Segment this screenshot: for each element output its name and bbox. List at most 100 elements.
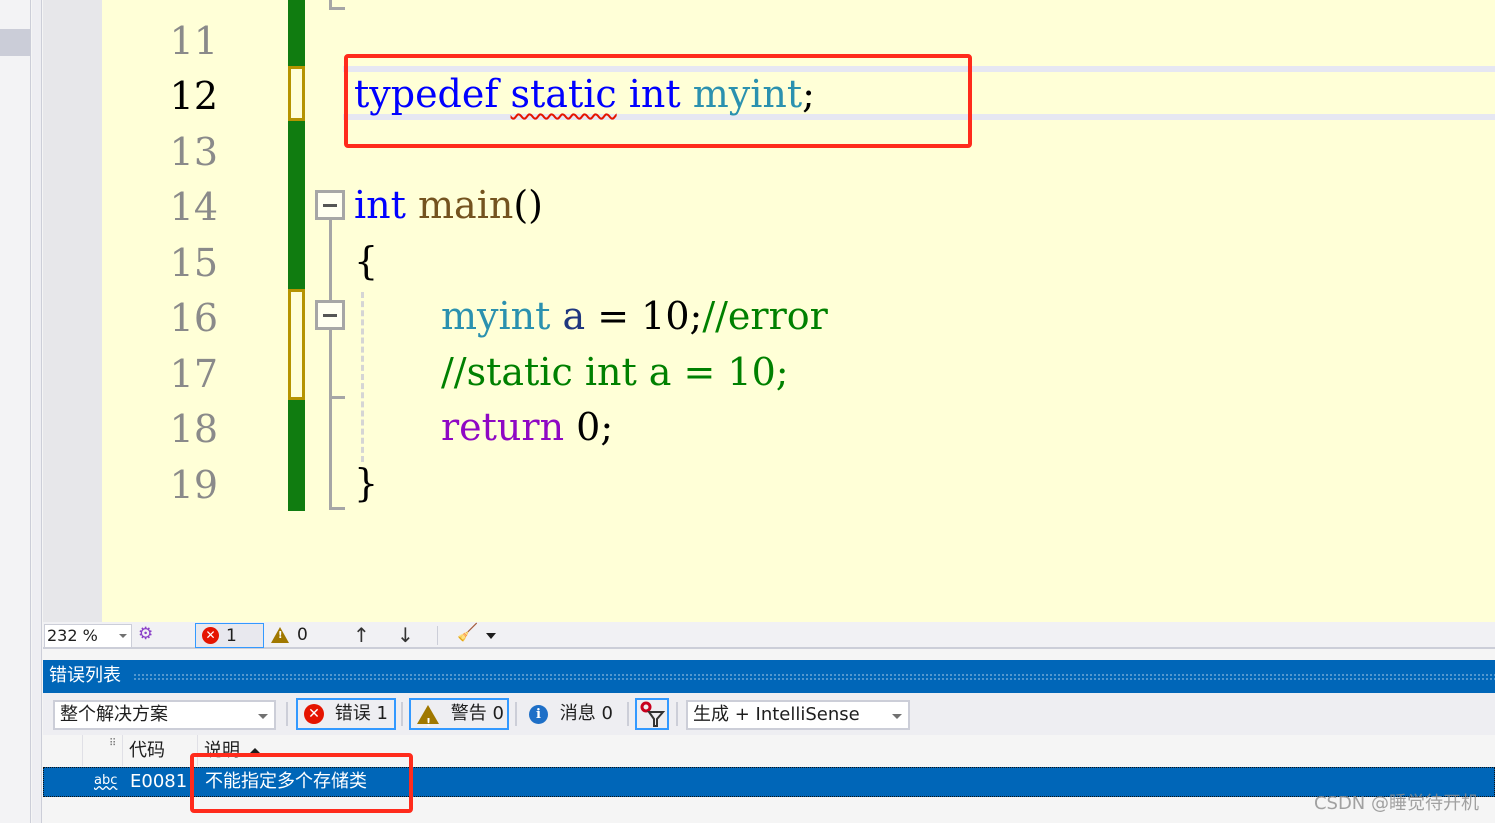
warning-icon	[271, 627, 289, 643]
chevron-down-icon	[486, 633, 496, 639]
scope-value: 整个解决方案	[60, 704, 168, 725]
token-number: 0	[576, 405, 601, 449]
zoom-level-value: 232 %	[47, 626, 98, 645]
editor-status-bar: 232 % ⚙ ✕ 1 0 ↑ ↓ 🧹	[43, 622, 1495, 649]
zoom-level-combobox[interactable]: 232 %	[44, 624, 132, 648]
code-line-15[interactable]: {	[354, 233, 378, 289]
token-comment: //error	[702, 294, 828, 338]
messages-filter-label: 消息 0	[559, 703, 613, 724]
column-separator	[197, 735, 198, 766]
next-issue-arrow-icon[interactable]: ↓	[397, 622, 414, 648]
separator	[515, 702, 517, 726]
code-editor[interactable]: 11 12 13 14 15 16 17 18 19 typedef stati…	[43, 0, 1495, 622]
drag-grip[interactable]	[133, 673, 1495, 681]
info-icon: i	[529, 704, 548, 724]
column-header-code[interactable]: 代码	[129, 739, 165, 763]
indent-guide	[361, 292, 364, 462]
error-count: 1	[226, 626, 237, 646]
left-splitter	[32, 0, 42, 823]
code-cleanup-button[interactable]: 🧹	[455, 623, 499, 647]
line-number: 16	[169, 296, 218, 340]
token-control-keyword: return	[441, 405, 565, 449]
change-bar-unsaved	[288, 289, 305, 400]
change-bar-saved	[288, 0, 305, 66]
change-bar-saved	[288, 400, 305, 511]
outline-line	[329, 220, 332, 300]
chevron-down-icon	[892, 714, 902, 719]
line-number: 14	[169, 185, 218, 229]
chevron-down-icon	[119, 634, 127, 638]
errors-filter-button[interactable]: ✕ 错误 1	[296, 698, 396, 730]
warnings-filter-button[interactable]: 警告 0	[409, 698, 509, 737]
code-line-17[interactable]: //static int a = 10;	[441, 344, 789, 400]
code-line-14[interactable]: int main()	[354, 177, 543, 233]
line-number: 15	[169, 241, 218, 285]
token-punctuation: ;	[689, 294, 703, 338]
change-bar-saved	[288, 121, 305, 289]
outline-end	[329, 396, 345, 399]
chevron-down-icon	[258, 714, 268, 719]
errors-filter-label: 错误 1	[334, 703, 388, 724]
error-code: E0081	[130, 771, 188, 792]
code-line-19[interactable]: }	[354, 455, 378, 511]
error-description: 不能指定多个存储类	[205, 771, 367, 792]
collapse-main-icon[interactable]	[315, 190, 345, 220]
code-line-16[interactable]: myint a = 10;//error	[441, 288, 828, 344]
broom-icon: 🧹	[457, 623, 479, 643]
code-line-12[interactable]: typedef static int myint;	[354, 66, 815, 122]
scope-dropdown[interactable]: 整个解决方案	[53, 700, 276, 730]
warning-count-button[interactable]: 0	[270, 622, 320, 648]
line-number-current: 12	[169, 74, 218, 118]
line-number: 11	[169, 19, 218, 63]
token-keyword-error: static	[510, 72, 617, 116]
column-header-description[interactable]: 说明	[204, 739, 262, 763]
warnings-filter-label: 警告 0	[450, 703, 504, 724]
token-type: myint	[692, 72, 803, 116]
line-number: 13	[169, 130, 218, 174]
column-separator	[122, 735, 123, 766]
column-chooser-icon[interactable]: ⠿	[109, 738, 116, 749]
intellicode-icon[interactable]: ⚙	[138, 624, 153, 644]
error-count-button[interactable]: ✕ 1	[195, 623, 264, 648]
filter-icon	[640, 701, 666, 727]
error-icon: ✕	[304, 704, 324, 724]
error-row[interactable]: abc E0081 不能指定多个存储类	[43, 767, 1495, 797]
token-keyword: int	[354, 183, 406, 227]
sort-ascending-icon	[248, 747, 262, 755]
messages-filter-button[interactable]: i 消息 0	[521, 698, 621, 730]
error-list-empty-area	[43, 797, 1495, 823]
show-issues-filter-button[interactable]	[635, 698, 669, 730]
token-punctuation: ()	[513, 183, 543, 227]
code-line-18[interactable]: return 0;	[441, 399, 613, 455]
editor-margin	[43, 0, 102, 622]
token-type: myint	[441, 294, 551, 338]
column-header-description-label: 说明	[204, 740, 240, 761]
token-keyword: int	[628, 72, 681, 116]
token-keyword: typedef	[354, 72, 499, 116]
token-operator: =	[585, 294, 642, 338]
separator	[437, 626, 438, 645]
outline-line	[329, 0, 332, 10]
token-number: 10	[641, 294, 690, 338]
error-icon: ✕	[202, 627, 219, 644]
intellisense-abc-icon: abc	[94, 773, 118, 788]
line-number: 19	[169, 463, 218, 507]
build-source-dropdown[interactable]: 生成 + IntelliSense	[686, 700, 910, 730]
line-number: 18	[169, 407, 218, 451]
error-list-toolbar: 整个解决方案 ✕ 错误 1 警告 0 i 消息 0 生成 + IntelliSe…	[43, 693, 1495, 737]
visual-studio-window: 11 12 13 14 15 16 17 18 19 typedef stati…	[0, 0, 1495, 823]
line-number: 17	[169, 352, 218, 396]
error-list-title-bar[interactable]: 错误列表	[43, 660, 1495, 693]
previous-issue-arrow-icon[interactable]: ↑	[353, 622, 370, 648]
token-variable: a	[562, 294, 586, 338]
build-source-value: 生成 + IntelliSense	[693, 704, 860, 725]
watermark: CSDN @睡觉待开机	[1313, 793, 1479, 814]
collapse-block-icon[interactable]	[315, 300, 345, 330]
separator	[401, 702, 403, 726]
separator	[286, 702, 288, 726]
left-tool-strip	[0, 0, 31, 823]
panel-title: 错误列表	[49, 665, 121, 686]
token-punctuation: ;	[600, 405, 614, 449]
token-function: main	[418, 183, 514, 227]
side-tab[interactable]	[0, 29, 31, 56]
